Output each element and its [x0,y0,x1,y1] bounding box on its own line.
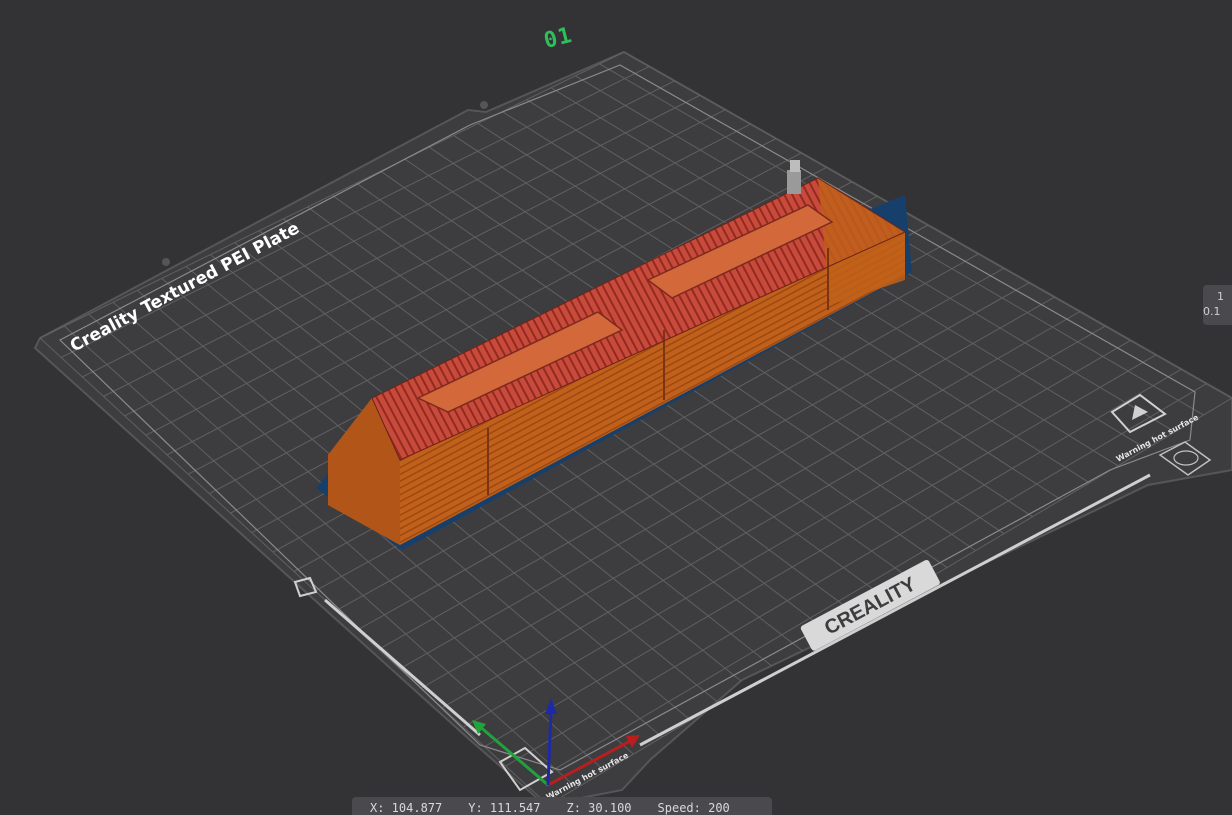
mount-hole-icon [162,258,170,266]
side-widget-line1: 1 [1217,290,1224,303]
3d-viewport[interactable]: Creality Textured PEI Plate CREALITY War… [0,0,1232,809]
build-plate [33,50,1232,807]
side-widget-line2: 0.1 [1203,305,1221,318]
status-z: Z: 30.100 [566,801,632,815]
status-speed: Speed: 200 [657,801,730,815]
status-y: Y: 111.547 [468,801,541,815]
mount-hole-icon [480,101,488,109]
status-x: X: 104.877 [370,801,443,815]
layer-slider-widget[interactable]: 1 0.1 [1203,285,1232,325]
position-status-bar: X: 104.877 Y: 111.547 Z: 30.100 Speed: 2… [352,797,772,815]
